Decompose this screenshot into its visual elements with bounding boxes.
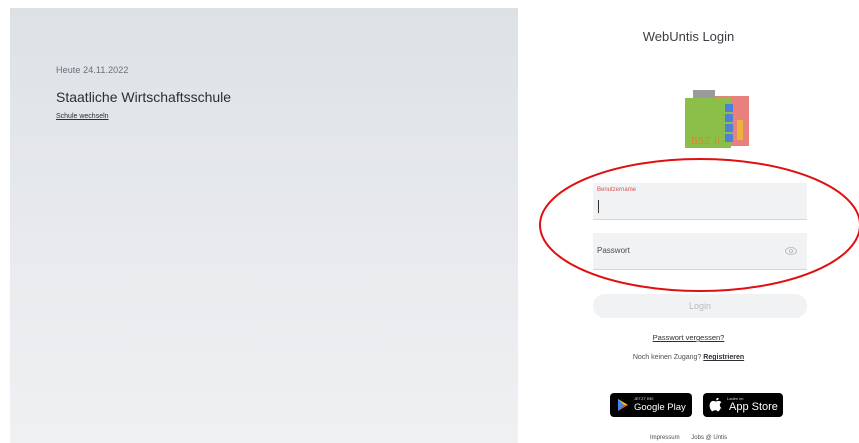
text-cursor: [598, 200, 599, 213]
login-panel: WebUntis Login BSZ II Benutzername Passw…: [518, 0, 859, 443]
username-field[interactable]: Benutzername: [593, 183, 807, 220]
imprint-link[interactable]: Impressum: [650, 435, 680, 441]
no-access-text: Noch keinen Zugang?: [632, 354, 702, 361]
register-link[interactable]: Registrieren: [703, 354, 744, 361]
google-play-icon: [618, 399, 628, 411]
date-text: Heute 24.11.2022: [56, 65, 129, 75]
change-school-link[interactable]: Schule wechseln: [56, 113, 109, 120]
apple-icon: [709, 398, 722, 412]
eye-icon[interactable]: [785, 246, 797, 256]
login-title: WebUntis Login: [642, 29, 735, 44]
school-name: Staatliche Wirtschaftsschule: [56, 89, 232, 105]
username-label: Benutzername: [597, 187, 637, 193]
password-field[interactable]: Passwort: [593, 233, 807, 270]
school-logo: BSZ II: [685, 90, 749, 148]
google-big-text: Google Play: [634, 402, 686, 413]
password-placeholder: Passwort: [597, 246, 630, 255]
google-play-badge[interactable]: JETZT BEI Google Play: [610, 393, 692, 417]
forgot-password-link[interactable]: Passwort vergessen?: [518, 333, 859, 342]
no-access-row: Noch keinen Zugang? Registrieren: [518, 354, 859, 361]
app-store-badge[interactable]: Laden im App Store: [703, 393, 783, 417]
apple-big-text: App Store: [729, 401, 778, 413]
google-small-text: JETZT BEI: [634, 396, 654, 401]
logo-text: BSZ II: [691, 136, 720, 147]
login-button[interactable]: Login: [593, 294, 807, 318]
footer-links: Impressum Jobs @ Untis: [518, 435, 859, 441]
jobs-link[interactable]: Jobs @ Untis: [691, 435, 727, 441]
school-info-panel: Heute 24.11.2022 Staatliche Wirtschaftss…: [10, 8, 518, 443]
